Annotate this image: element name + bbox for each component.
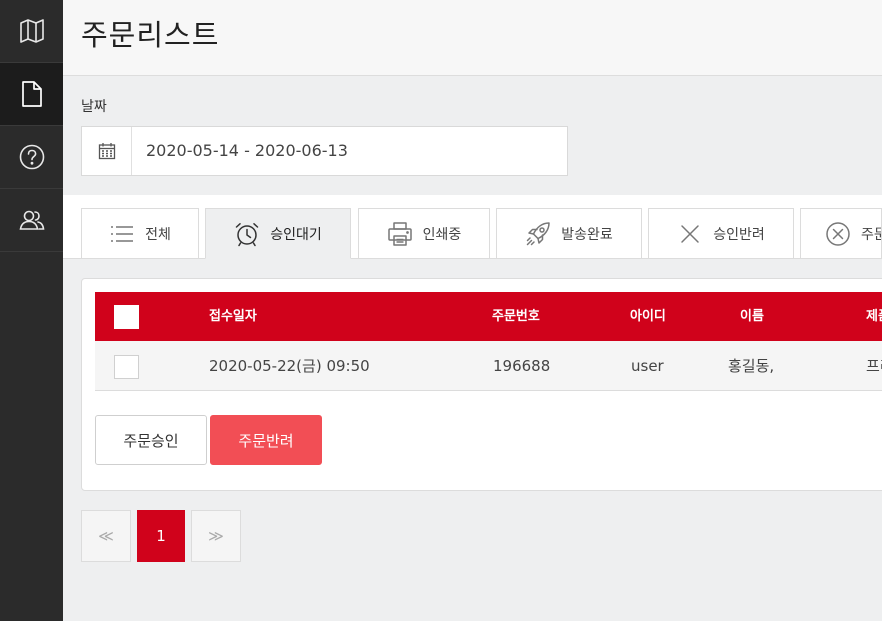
approve-order-button[interactable]: 주문승인 [95,415,207,465]
date-range-value: 2020-05-14 - 2020-06-13 [146,141,348,160]
tab-label: 전체 [145,226,171,243]
document-icon [21,81,42,107]
table-header: 접수일자 주문번호 아이디 이름 제품 [95,292,882,341]
column-user-id: 아이디 [630,309,666,324]
pagination-next[interactable]: ≫ [191,510,241,562]
pagination-page-1[interactable]: 1 [137,510,185,562]
alarm-clock-icon [235,222,259,246]
sidebar-item-help[interactable] [0,126,63,189]
tab-rejected[interactable]: 승인반려 [648,208,794,259]
sidebar [0,0,63,621]
cell-order-no: 196688 [493,357,551,375]
printer-icon [387,221,412,246]
tab-pending[interactable]: 승인대기 [205,208,351,259]
list-icon [111,225,134,242]
tab-label: 승인반려 [713,226,765,243]
tab-all[interactable]: 전체 [81,208,199,259]
x-circle-icon [826,221,850,246]
tab-label: 발송완료 [561,226,613,243]
users-icon [19,210,44,230]
column-name: 이름 [740,309,764,324]
sidebar-item-users[interactable] [0,189,63,252]
tab-label: 주문 [861,226,881,243]
page-title: 주문리스트 [81,18,220,52]
tab-label: 승인대기 [270,226,322,243]
date-icon-box[interactable] [82,127,132,175]
cell-name: 홍길동, [728,357,775,375]
calendar-icon [98,143,115,160]
sidebar-item-map[interactable] [0,0,63,63]
tab-printing[interactable]: 인쇄중 [358,208,490,259]
row-checkbox[interactable] [114,355,139,379]
column-order-no: 주문번호 [492,309,540,324]
help-icon [19,144,44,170]
column-product: 제품 [866,309,882,324]
tab-cancelled[interactable]: 주문 [800,208,882,259]
cell-date: 2020-05-22(금) 09:50 [209,357,370,375]
select-all-checkbox[interactable] [114,305,139,329]
cell-product: 프리 [866,357,882,375]
page-header: 주문리스트 [63,0,882,76]
cell-user-id: user [631,357,664,375]
table-row[interactable]: 2020-05-22(금) 09:50 196688 user 홍길동, 프리 [95,341,882,391]
pagination-prev[interactable]: ≪ [81,510,131,562]
column-date: 접수일자 [209,309,257,324]
x-icon [681,224,699,243]
tab-label: 인쇄중 [422,226,462,243]
reject-order-button[interactable]: 주문반려 [210,415,322,465]
map-icon [19,19,44,43]
date-range-input[interactable]: 2020-05-14 - 2020-06-13 [81,126,568,176]
rocket-icon [526,221,550,245]
sidebar-item-orders[interactable] [0,63,63,126]
date-label: 날짜 [81,99,107,115]
tab-shipped[interactable]: 발송완료 [496,208,642,259]
